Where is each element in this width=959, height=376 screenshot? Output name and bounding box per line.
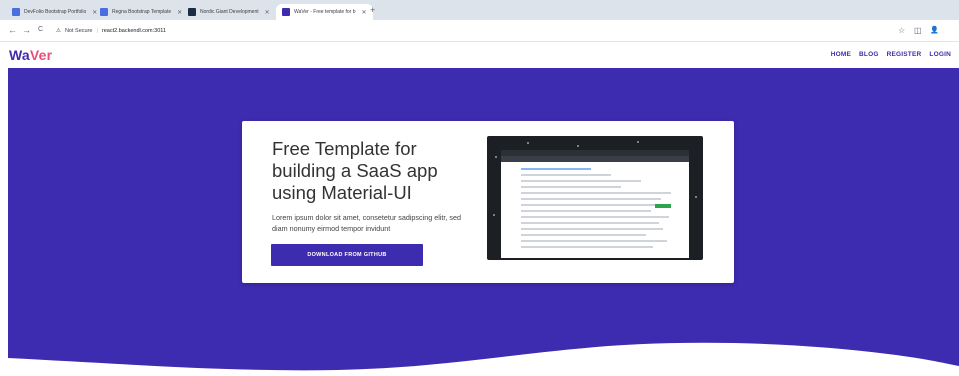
browser-tab-devfolio[interactable]: DevFolio Bootstrap Portfolio ✕ — [6, 4, 103, 20]
logo-part2: Ver — [29, 47, 53, 63]
favicon-icon — [100, 8, 108, 16]
download-github-button[interactable]: DOWNLOAD FROM GITHUB — [271, 244, 423, 266]
close-icon[interactable]: ✕ — [362, 9, 367, 16]
hero-section: Free Template for building a SaaS app us… — [8, 68, 959, 376]
screenshot-window — [501, 150, 689, 258]
nav-login[interactable]: LOGIN — [929, 51, 951, 58]
tab-title: WaVer - Free template for b — [294, 9, 356, 15]
logo-part1: Wa — [9, 47, 30, 63]
browser-tab-regna[interactable]: Regna Bootstrap Template ✕ — [94, 4, 188, 20]
browser-tab-nordic[interactable]: Nordic Giant Development ✕ — [182, 4, 276, 20]
hero-headline: Free Template for building a SaaS app us… — [272, 138, 438, 203]
product-screenshot-image — [487, 136, 703, 260]
site-header: WaVer HOME BLOG REGISTER LOGIN — [0, 42, 959, 68]
separator: | — [96, 28, 98, 34]
nav-home[interactable]: HOME — [831, 51, 851, 58]
profile-icon[interactable]: 👤 — [930, 26, 939, 34]
url-text[interactable]: react2.backendl.com:3011 — [102, 28, 166, 34]
browser-tab-strip: DevFolio Bootstrap Portfolio ✕ Regna Boo… — [0, 0, 959, 20]
browser-toolbar: ← → C ⚠ Not Secure | react2.backendl.com… — [0, 20, 959, 42]
hero-card: Free Template for building a SaaS app us… — [242, 121, 734, 283]
favicon-icon — [282, 8, 290, 16]
favicon-icon — [188, 8, 196, 16]
nav-blog[interactable]: BLOG — [859, 51, 879, 58]
tab-title: Regna Bootstrap Template — [112, 9, 172, 15]
hero-subtext: Lorem ipsum dolor sit amet, consetetur s… — [272, 213, 461, 233]
logo[interactable]: WaVer — [9, 47, 52, 63]
forward-icon[interactable]: → — [22, 25, 31, 35]
close-icon[interactable]: ✕ — [265, 9, 270, 16]
browser-tab-waver[interactable]: WaVer - Free template for b ✕ — [276, 4, 373, 20]
new-tab-button[interactable]: + — [370, 5, 375, 15]
tab-title: Nordic Giant Development — [200, 9, 259, 15]
security-label[interactable]: Not Secure — [65, 28, 93, 34]
wave-divider — [8, 342, 959, 376]
star-icon[interactable]: ☆ — [898, 26, 905, 35]
warning-icon: ⚠ — [56, 28, 61, 34]
nav-register[interactable]: REGISTER — [887, 51, 922, 58]
favicon-icon — [12, 8, 20, 16]
back-icon[interactable]: ← — [8, 25, 17, 35]
main-nav: HOME BLOG REGISTER LOGIN — [831, 51, 951, 58]
tab-title: DevFolio Bootstrap Portfolio — [24, 9, 87, 15]
extensions-icon[interactable]: ◫ — [914, 26, 922, 35]
reload-icon[interactable]: C — [38, 26, 43, 33]
address-bar[interactable]: ⚠ Not Secure | react2.backendl.com:3011 — [56, 24, 891, 38]
